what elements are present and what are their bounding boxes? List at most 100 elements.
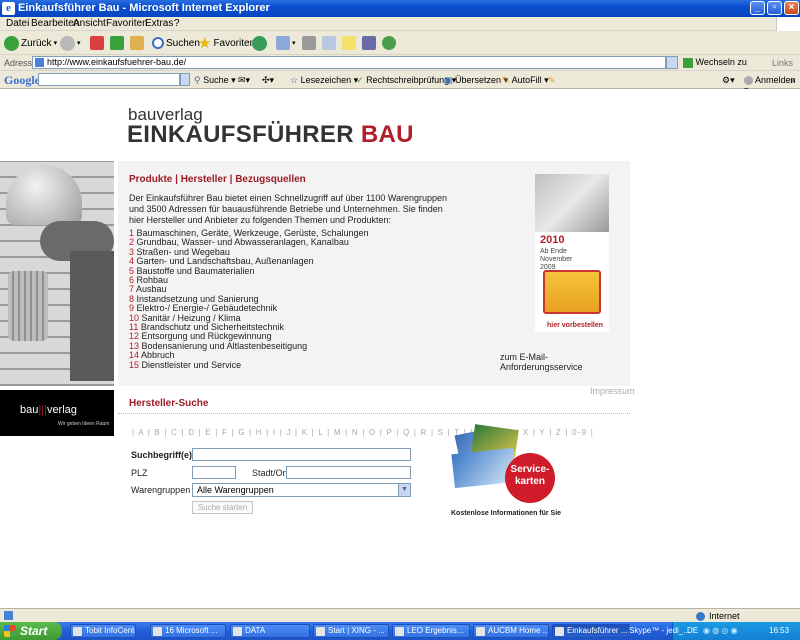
nav-hersteller[interactable]: Hersteller <box>181 174 227 185</box>
close-button[interactable]: × <box>784 1 799 15</box>
news-icon[interactable]: ✉▾ <box>238 75 250 86</box>
translate-button[interactable]: ▣ Übersetzen ▾ <box>444 75 508 86</box>
task-xing[interactable]: Start | XING - ... <box>313 624 389 638</box>
chevron-down-icon: ▾ <box>77 40 81 47</box>
research-button[interactable] <box>362 34 376 52</box>
web-page: bau verlag EINKAUFSFÜHRER BAU Produkte | … <box>0 89 800 608</box>
forward-button[interactable]: ▾ <box>60 34 81 52</box>
city-input[interactable] <box>286 466 411 479</box>
home-button[interactable] <box>130 34 144 52</box>
google-search-button[interactable]: ⚲ Suche ▾ <box>194 75 236 86</box>
google-search-dropdown[interactable] <box>180 73 190 86</box>
edit-button[interactable] <box>322 34 336 52</box>
mail-icon <box>276 36 290 50</box>
keyword-input[interactable] <box>192 448 411 461</box>
start-label: Start <box>20 624 48 638</box>
bookmarks-button[interactable]: ☆ Lesezeichen ▾ <box>290 75 358 86</box>
address-bar: Adresse http://www.einkaufsfuehrer-bau.d… <box>0 55 800 71</box>
print-icon <box>302 36 316 50</box>
topic-label: Dienstleister und Service <box>141 359 242 370</box>
address-dropdown[interactable] <box>666 56 678 69</box>
logo-main-text: EINKAUFSFÜHRER <box>127 121 354 148</box>
menu-extras[interactable]: Extras <box>145 18 173 29</box>
taskbar: Start Tobit InfoCenter 16 Microsoft ... … <box>0 622 800 640</box>
stop-icon <box>90 36 104 50</box>
google-search-input[interactable] <box>38 73 180 86</box>
task-microsoft[interactable]: 16 Microsoft ... <box>150 624 226 638</box>
minimize-button[interactable]: _ <box>750 1 765 15</box>
star-icon: ☆ <box>290 75 299 85</box>
menu-ansicht[interactable]: Ansicht <box>73 18 106 29</box>
chevron-down-icon: ▾ <box>292 40 296 47</box>
chevron-right-icon[interactable]: » <box>790 75 795 85</box>
wrench-icon[interactable]: ⚙▾ <box>722 75 735 86</box>
task-aucbm[interactable]: AUCBM Home ... <box>473 624 549 638</box>
language-indicator[interactable]: DE <box>687 626 698 635</box>
shirt-graphic <box>70 251 114 381</box>
catalog-order-link[interactable]: hier vorbestellen <box>547 322 603 329</box>
email-service-link[interactable]: zum E-Mail-Anforderungsservice <box>500 352 630 372</box>
star-icon: ★ <box>198 35 212 52</box>
intro-text: Der Einkaufsführer Bau bietet einen Schn… <box>129 193 448 225</box>
task-data[interactable]: DATA <box>230 624 310 638</box>
messenger-icon <box>382 36 396 50</box>
system-tray: Skype™ - jedi_... DE ◉ ◍ ◎ ◉ 16:53 <box>629 622 800 640</box>
catalog-subtitle: Ab Ende November 2009 <box>540 248 573 271</box>
menu-help[interactable]: ? <box>174 18 180 29</box>
bauverlag-logo[interactable]: bau|||verlag Wir geben Ideen Raum <box>0 390 114 436</box>
task-skype[interactable]: Skype™ - jedi_... <box>629 626 690 635</box>
highlight-icon[interactable]: ✎ <box>548 75 556 86</box>
notes-icon <box>342 36 356 50</box>
maximize-button[interactable]: ▫ <box>767 1 782 15</box>
search-button[interactable]: Suchen <box>152 34 200 52</box>
links-label[interactable]: Links <box>772 58 793 68</box>
spellcheck-button[interactable]: ✓ Rechtschreibprüfung ▾ <box>356 75 456 86</box>
google-search-label: Suche <box>203 75 229 85</box>
status-bar: Internet <box>0 608 800 622</box>
service-cards-caption[interactable]: Kostenlose Informationen für Sie <box>451 510 561 517</box>
task-label: LEO Ergebnis... <box>407 626 464 635</box>
title-bar: e Einkaufsführer Bau - Microsoft Interne… <box>0 0 800 17</box>
window-title: Einkaufsführer Bau - Microsoft Internet … <box>18 2 270 14</box>
menu-datei[interactable]: Datei <box>6 18 29 29</box>
impressum-link[interactable]: Impressum <box>590 386 635 396</box>
tray-icons[interactable]: ◉ ◍ ◎ ◉ <box>703 626 738 635</box>
folder-icon <box>233 627 242 636</box>
task-einkaufsfuehrer[interactable]: Einkaufsführer ... <box>552 624 630 638</box>
chevron-down-icon: ▼ <box>398 484 410 496</box>
ie-logo-icon: e <box>2 2 15 15</box>
history-button[interactable] <box>252 34 267 52</box>
topic-item[interactable]: 15 Dienstleister und Service <box>129 359 369 370</box>
start-button[interactable]: Start <box>0 622 62 640</box>
task-leo[interactable]: LEO Ergebnis... <box>392 624 470 638</box>
catalog-cover-image <box>535 174 609 232</box>
bookmarks-label: Lesezeichen <box>300 75 352 85</box>
autofill-button[interactable]: ✎ AutoFill ▾ <box>502 75 549 86</box>
refresh-button[interactable] <box>110 34 124 52</box>
start-search-button[interactable]: Suche starten <box>192 501 253 514</box>
puzzle-icon[interactable]: ✣▾ <box>262 75 274 86</box>
plz-input[interactable] <box>192 466 236 479</box>
task-tobit[interactable]: Tobit InfoCenter <box>70 624 136 638</box>
nav-produkte[interactable]: Produkte <box>129 174 172 185</box>
stop-button[interactable] <box>90 34 104 52</box>
service-cards-promo[interactable]: Service-karten <box>445 424 557 509</box>
task-label: DATA <box>245 626 266 635</box>
catalog-promo[interactable]: 2010 Ab Ende November 2009 hier vorbeste… <box>535 174 609 332</box>
notes-button[interactable] <box>342 34 356 52</box>
favorites-button[interactable]: ★ Favoriten <box>198 34 255 52</box>
product-group-select[interactable]: Alle Warengruppen ▼ <box>192 483 411 497</box>
site-logo[interactable]: EINKAUFSFÜHRER BAU <box>127 121 414 149</box>
back-button[interactable]: Zurück ▾ <box>4 34 57 52</box>
address-input[interactable]: http://www.einkaufsfuehrer-bau.de/ <box>32 56 666 69</box>
google-logo-text: Google <box>4 73 40 87</box>
menu-favoriten[interactable]: Favoriten <box>106 18 148 29</box>
messenger-button[interactable] <box>382 34 396 52</box>
app-icon <box>395 627 404 636</box>
go-button[interactable]: Wechseln zu <box>683 57 747 68</box>
keyword-label: Suchbegriff(e) <box>131 450 193 460</box>
print-button[interactable] <box>302 34 316 52</box>
app-icon <box>73 627 82 636</box>
mail-button[interactable]: ▾ <box>276 34 296 52</box>
nav-bezugsquellen[interactable]: Bezugsquellen <box>235 174 306 185</box>
